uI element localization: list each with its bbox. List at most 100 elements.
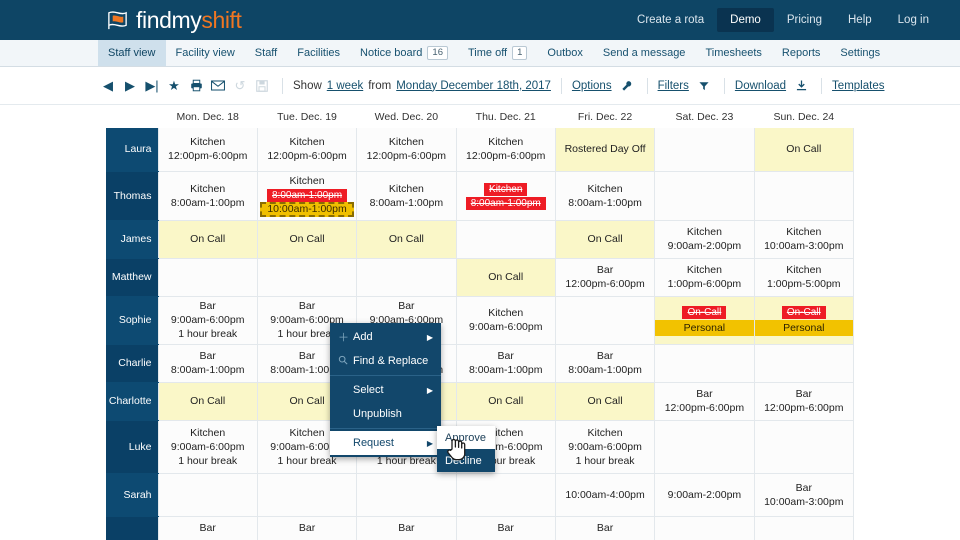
- shift-cell[interactable]: Kitchen12:00pm-6:00pm: [456, 128, 555, 171]
- shift-cell[interactable]: On Call: [357, 220, 456, 258]
- topnav-demo[interactable]: Demo: [717, 8, 774, 32]
- prev-icon[interactable]: ◀: [98, 76, 118, 96]
- templates-group[interactable]: Templates: [832, 80, 884, 92]
- staff-name-cell[interactable]: Sophie: [106, 296, 158, 344]
- shift-cell[interactable]: [754, 516, 853, 540]
- shift-cell[interactable]: Kitchen9:00am-6:00pm1 hour break: [555, 420, 654, 473]
- staff-name-cell[interactable]: Thomas: [106, 171, 158, 220]
- shift-cell[interactable]: Bar: [158, 516, 257, 540]
- shift-cell[interactable]: Bar12:00pm-6:00pm: [555, 258, 654, 296]
- shift-cell[interactable]: Kitchen12:00pm-6:00pm: [158, 128, 257, 171]
- start-date-link[interactable]: Monday December 18th, 2017: [396, 80, 551, 92]
- last-icon[interactable]: ▶|: [142, 76, 162, 96]
- tab-facility-view[interactable]: Facility view: [166, 40, 245, 66]
- shift-cell[interactable]: [357, 258, 456, 296]
- context-menu-item-add[interactable]: ＋ Add ▶: [330, 325, 441, 349]
- tab-notice-board[interactable]: Notice board16: [350, 40, 458, 66]
- topnav-pricing[interactable]: Pricing: [774, 8, 835, 32]
- shift-cell[interactable]: Rostered Day Off: [555, 128, 654, 171]
- context-menu[interactable]: ＋ Add ▶ Find & Replace Select ▶ Unpublis…: [330, 323, 441, 457]
- shift-cell[interactable]: [754, 344, 853, 382]
- shift-cell[interactable]: [555, 296, 654, 344]
- range-value-link[interactable]: 1 week: [327, 80, 363, 92]
- shift-cell[interactable]: Bar8:00am-1:00pm: [555, 344, 654, 382]
- shift-cell[interactable]: [158, 473, 257, 516]
- staff-name-cell[interactable]: [106, 516, 158, 540]
- personal-time-off-band[interactable]: Personal: [754, 320, 854, 336]
- staff-name-cell[interactable]: Sarah: [106, 473, 158, 516]
- shift-cell[interactable]: [754, 420, 853, 473]
- shift-cell[interactable]: On Call: [158, 220, 257, 258]
- download-group[interactable]: Download: [735, 76, 811, 96]
- tab-timesheets[interactable]: Timesheets: [695, 40, 771, 66]
- shift-cell[interactable]: [655, 344, 754, 382]
- shift-cell[interactable]: On-CallPersonal: [655, 296, 754, 344]
- shift-cell[interactable]: [655, 420, 754, 473]
- shift-cell[interactable]: Bar: [257, 516, 356, 540]
- print-icon[interactable]: [186, 76, 206, 96]
- shift-cell[interactable]: Kitchen12:00pm-6:00pm: [257, 128, 356, 171]
- shift-cell[interactable]: [655, 516, 754, 540]
- day-header-tue[interactable]: Tue. Dec. 19: [257, 105, 356, 128]
- shift-cell[interactable]: [158, 258, 257, 296]
- shift-cell[interactable]: Kitchen8:00am-1:00pm: [555, 171, 654, 220]
- shift-cell[interactable]: [655, 128, 754, 171]
- staff-name-cell[interactable]: Laura: [106, 128, 158, 171]
- shift-cell[interactable]: On-CallPersonal: [754, 296, 853, 344]
- shift-cell[interactable]: [754, 171, 853, 220]
- shift-cell[interactable]: Kitchen1:00pm-5:00pm: [754, 258, 853, 296]
- shift-cell[interactable]: Kitchen12:00pm-6:00pm: [357, 128, 456, 171]
- tab-settings[interactable]: Settings: [830, 40, 890, 66]
- shift-cell[interactable]: Bar: [357, 516, 456, 540]
- shift-cell[interactable]: Kitchen1:00pm-6:00pm: [655, 258, 754, 296]
- shift-cell[interactable]: On Call: [158, 382, 257, 420]
- shift-cell[interactable]: Kitchen9:00am-6:00pm1 hour break: [158, 420, 257, 473]
- day-header-mon[interactable]: Mon. Dec. 18: [158, 105, 257, 128]
- shift-cell[interactable]: On Call: [555, 382, 654, 420]
- shift-cell[interactable]: [257, 258, 356, 296]
- shift-cell[interactable]: On Call: [456, 258, 555, 296]
- topnav-create-a-rota[interactable]: Create a rota: [624, 8, 717, 32]
- staff-name-cell[interactable]: Charlotte: [106, 382, 158, 420]
- email-icon[interactable]: [208, 76, 228, 96]
- shift-cell[interactable]: Kitchen9:00am-6:00pm: [456, 296, 555, 344]
- shift-cell[interactable]: On Call: [456, 382, 555, 420]
- tab-outbox[interactable]: Outbox: [537, 40, 592, 66]
- staff-name-cell[interactable]: Luke: [106, 420, 158, 473]
- submenu-item-decline[interactable]: Decline: [437, 449, 495, 472]
- shift-cell[interactable]: [257, 473, 356, 516]
- filters-group[interactable]: Filters: [658, 76, 714, 96]
- topnav-log-in[interactable]: Log in: [885, 8, 942, 32]
- shift-cell[interactable]: Kitchen10:00am-3:00pm: [754, 220, 853, 258]
- shift-cell[interactable]: Bar12:00pm-6:00pm: [754, 382, 853, 420]
- shift-cell[interactable]: Bar10:00am-3:00pm: [754, 473, 853, 516]
- day-header-fri[interactable]: Fri. Dec. 22: [555, 105, 654, 128]
- tab-send-a-message[interactable]: Send a message: [593, 40, 696, 66]
- options-group[interactable]: Options: [572, 76, 637, 96]
- shift-cell[interactable]: [456, 473, 555, 516]
- shift-cell[interactable]: [456, 220, 555, 258]
- context-menu-item-select[interactable]: Select ▶: [330, 378, 441, 402]
- tab-time-off[interactable]: Time off1: [458, 40, 537, 66]
- options-link[interactable]: Options: [572, 80, 612, 92]
- day-header-sun[interactable]: Sun. Dec. 24: [754, 105, 853, 128]
- shift-cell[interactable]: Bar: [555, 516, 654, 540]
- shift-cell[interactable]: Bar8:00am-1:00pm: [158, 344, 257, 382]
- shift-cell[interactable]: [357, 473, 456, 516]
- day-header-wed[interactable]: Wed. Dec. 20: [357, 105, 456, 128]
- selected-shift-request[interactable]: 10:00am-1:00pm: [260, 202, 354, 217]
- download-link[interactable]: Download: [735, 80, 786, 92]
- shift-cell[interactable]: On Call: [257, 220, 356, 258]
- context-menu-item-find-replace[interactable]: Find & Replace: [330, 349, 441, 373]
- staff-name-cell[interactable]: Matthew: [106, 258, 158, 296]
- shift-cell[interactable]: Bar12:00pm-6:00pm: [655, 382, 754, 420]
- shift-cell[interactable]: Bar9:00am-6:00pm1 hour break: [158, 296, 257, 344]
- templates-link[interactable]: Templates: [832, 80, 884, 92]
- shift-cell[interactable]: Bar: [456, 516, 555, 540]
- shift-cell[interactable]: Kitchen9:00am-2:00pm: [655, 220, 754, 258]
- staff-name-cell[interactable]: James: [106, 220, 158, 258]
- shift-cell[interactable]: Kitchen8:00am-1:00pm: [158, 171, 257, 220]
- context-menu-item-request[interactable]: Request ▶: [330, 431, 441, 455]
- shift-cell[interactable]: 9:00am-2:00pm: [655, 473, 754, 516]
- tab-facilities[interactable]: Facilities: [287, 40, 350, 66]
